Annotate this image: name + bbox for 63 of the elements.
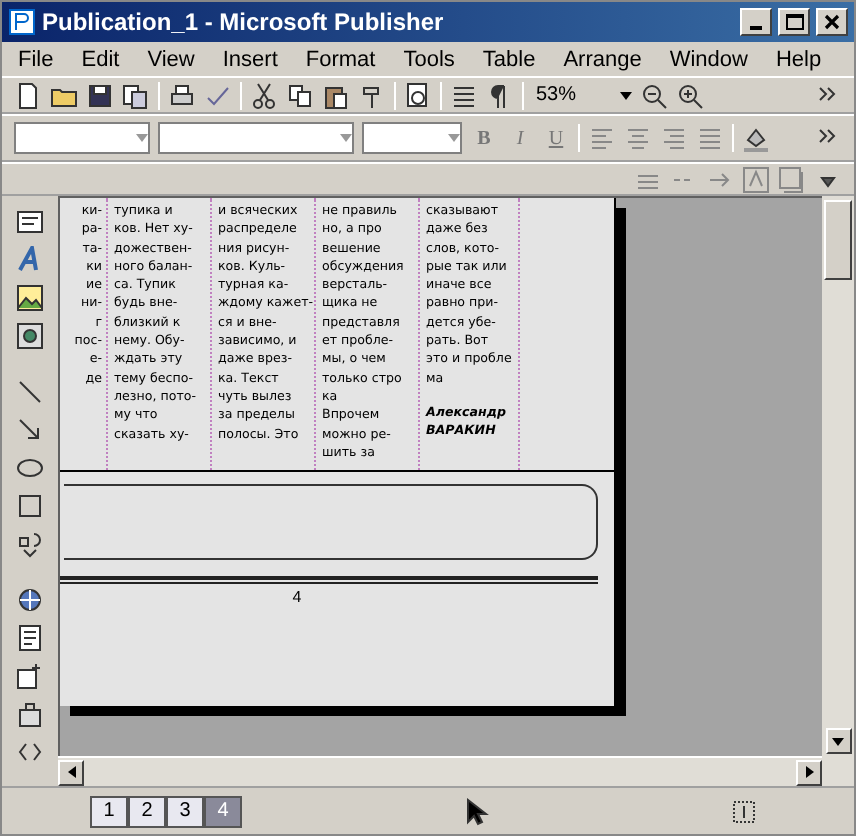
menu-item[interactable]: Help — [775, 47, 822, 71]
copy-icon[interactable] — [286, 81, 314, 109]
zoom-dropdown[interactable]: 53% — [532, 79, 632, 111]
oval-tool-icon[interactable] — [16, 454, 44, 482]
more-tools-icon[interactable] — [16, 738, 44, 766]
page-tab[interactable]: 3 — [166, 795, 204, 827]
scroll-left-button[interactable] — [58, 759, 84, 785]
style-dropdown[interactable] — [14, 122, 150, 154]
right-arrow-icon — [805, 766, 813, 778]
clip-art-icon[interactable] — [16, 322, 44, 350]
align-lines-icon[interactable] — [450, 81, 478, 109]
cut-icon[interactable] — [250, 81, 278, 109]
page-number: 4 — [292, 588, 302, 607]
caret-icon — [448, 134, 460, 142]
menu-item[interactable]: Arrange — [563, 47, 642, 71]
mouse-pointer-icon — [462, 797, 490, 825]
wordart-icon[interactable] — [16, 246, 44, 274]
maximize-button[interactable] — [778, 8, 810, 36]
insert-object-icon[interactable] — [16, 662, 44, 690]
object-position-icon — [730, 797, 758, 825]
menu-item[interactable]: Format — [305, 47, 376, 71]
scroll-down-button[interactable] — [825, 728, 851, 754]
paste-icon[interactable] — [322, 81, 350, 109]
close-button[interactable] — [816, 8, 848, 36]
scroll-thumb[interactable] — [824, 200, 852, 280]
menu-item[interactable]: Window — [669, 47, 748, 71]
zoom-out-icon[interactable] — [640, 81, 668, 109]
down-arrow-icon — [832, 737, 844, 745]
menu-item[interactable]: Edit — [81, 47, 120, 71]
page-tab[interactable]: 1 — [90, 795, 128, 827]
menu-item[interactable]: Tools — [403, 47, 455, 71]
arrow-tool-icon[interactable] — [16, 416, 44, 444]
caret-icon — [136, 134, 148, 142]
menu-item[interactable]: Table — [482, 47, 536, 71]
globe-icon[interactable] — [16, 586, 44, 614]
caret-icon — [620, 91, 632, 99]
window-title: Publication_1 - Microsoft Publisher — [42, 8, 446, 36]
page-tab[interactable]: 2 — [128, 795, 166, 827]
font-size-dropdown[interactable] — [362, 122, 462, 154]
menu-item[interactable]: Insert — [222, 47, 278, 71]
print-icon[interactable] — [168, 81, 196, 109]
save-icon[interactable] — [86, 81, 114, 109]
rectangle-tool-icon[interactable] — [16, 492, 44, 520]
maximize-icon — [785, 14, 803, 30]
menu-item[interactable]: File — [18, 47, 54, 71]
vertical-scrollbar[interactable] — [822, 196, 854, 786]
caret-icon — [340, 134, 352, 142]
zoom-page-icon[interactable] — [404, 81, 432, 109]
menu-item[interactable]: View — [147, 47, 195, 71]
new-page-icon[interactable] — [14, 81, 42, 109]
horizontal-scrollbar[interactable] — [58, 756, 822, 786]
publisher-app-icon — [8, 8, 36, 36]
line-tool-icon[interactable] — [16, 378, 44, 406]
fill-color-icon[interactable] — [742, 124, 770, 152]
picture-icon[interactable] — [16, 284, 44, 312]
left-arrow-icon — [67, 766, 75, 778]
font-dropdown[interactable] — [158, 122, 354, 154]
scroll-right-button[interactable] — [796, 759, 822, 785]
zoom-in-icon[interactable] — [676, 81, 704, 109]
close-icon — [824, 14, 840, 30]
copy-document-icon[interactable] — [122, 81, 150, 109]
minimize-button[interactable] — [740, 8, 772, 36]
text-box-icon[interactable] — [16, 208, 44, 236]
